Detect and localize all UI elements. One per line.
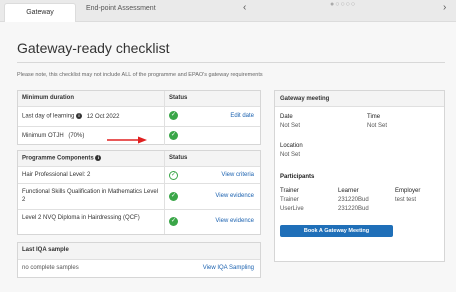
status-header: Status — [169, 95, 188, 101]
gateway-meeting-header: Gateway meeting — [275, 91, 444, 107]
view-criteria-link[interactable]: View criteria — [221, 172, 254, 178]
location-value: Not Set — [280, 152, 301, 158]
last-day-of-learning-label: Last day of learning — [22, 113, 75, 120]
component-label: Hair Professional Level: 2 — [22, 172, 91, 178]
component-label: Functional Skills Qualification in Mathe… — [22, 189, 159, 203]
column-divider — [164, 184, 165, 209]
gateway-meeting-card: Gateway meeting Date Not Set Time Not Se… — [274, 90, 445, 262]
programme-components-title: Programme Components — [22, 155, 94, 162]
time-value: Not Set — [367, 123, 388, 129]
date-label: Date — [280, 114, 293, 120]
trainer-value: Trainer — [280, 197, 299, 203]
column-divider — [164, 91, 165, 106]
otjh-label: Minimum OTJH — [22, 133, 64, 139]
checklist-note: Please note, this checklist may not incl… — [17, 72, 263, 78]
page-title: Gateway-ready checklist — [17, 40, 170, 56]
minimum-duration-header: Minimum duration — [22, 95, 74, 101]
status-header: Status — [169, 155, 188, 161]
view-evidence-link[interactable]: View evidence — [215, 193, 254, 199]
iqa-status: no complete samples — [22, 265, 79, 271]
edit-date-link[interactable]: Edit date — [230, 113, 254, 119]
check-icon: ✓ — [169, 111, 178, 120]
learner-label: Learner — [338, 188, 359, 194]
table-row: Functional Skills Qualification in Mathe… — [18, 183, 260, 209]
tab-bar: Gateway End-point Assessment ‹ ●○○○○ › — [0, 0, 456, 22]
iqa-sample-table: Last IQA sample no complete samples View… — [17, 242, 261, 278]
participants-label: Participants — [280, 174, 315, 180]
info-icon[interactable]: i — [95, 155, 102, 161]
column-divider — [164, 167, 165, 183]
divider — [17, 62, 445, 63]
minimum-otjh-label: Minimum OTJH (70%) — [22, 133, 84, 139]
table-header: Minimum duration Status — [18, 91, 260, 106]
table-header: Programme Components i Status — [18, 151, 260, 166]
learner-value: 231220Bud — [338, 206, 369, 212]
trainer-label: Trainer — [280, 188, 299, 194]
last-day-value: 12 Oct 2022 — [86, 113, 120, 120]
view-iqa-sampling-link[interactable]: View IQA Sampling — [203, 265, 254, 271]
table-row: no complete samples View IQA Sampling — [18, 259, 260, 277]
pager-dots: ●○○○○ — [330, 1, 357, 8]
column-divider — [164, 151, 165, 166]
chevron-left-icon[interactable]: ‹ — [243, 2, 246, 13]
learner-value: 231220Bud — [338, 197, 369, 203]
table-row: Level 2 NVQ Diploma in Hairdressing (QCF… — [18, 209, 260, 234]
component-label: Level 2 NVQ Diploma in Hairdressing (QCF… — [22, 215, 140, 221]
iqa-header: Last IQA sample — [22, 247, 69, 253]
check-icon: ✓ — [169, 131, 178, 140]
chevron-right-icon[interactable]: › — [443, 2, 446, 13]
otjh-percent: (70%) — [68, 133, 85, 139]
check-icon: ✓ — [169, 192, 178, 201]
employer-value: test test — [395, 197, 417, 203]
employer-label: Employer — [395, 188, 421, 194]
location-label: Location — [280, 143, 303, 149]
column-divider — [164, 127, 165, 145]
check-outline-icon: ✓ — [169, 171, 178, 180]
tab-gateway[interactable]: Gateway — [4, 3, 76, 22]
annotation-arrow-icon — [107, 136, 147, 144]
tab-end-point-assessment[interactable]: End-point Assessment — [86, 5, 156, 12]
page-content: Gateway-ready checklist Please note, thi… — [0, 22, 456, 292]
programme-components-table: Programme Components i Status Hair Profe… — [17, 150, 261, 235]
trainer-value: UserLive — [280, 206, 304, 212]
info-icon[interactable]: i — [76, 113, 83, 119]
programme-components-header: Programme Components i — [22, 155, 102, 162]
book-gateway-meeting-button[interactable]: Book A Gateway Meeting — [280, 225, 393, 237]
date-value: Not Set — [280, 123, 301, 129]
last-day-label: Last day of learning i 12 Oct 2022 — [22, 113, 119, 120]
view-evidence-link[interactable]: View evidence — [215, 218, 254, 224]
column-divider — [164, 210, 165, 234]
check-icon: ✓ — [169, 217, 178, 226]
table-row: Hair Professional Level: 2 ✓ View criter… — [18, 166, 260, 183]
time-label: Time — [367, 114, 381, 120]
table-row: Last day of learning i 12 Oct 2022 ✓ Edi… — [18, 106, 260, 126]
column-divider — [164, 107, 165, 126]
table-header: Last IQA sample — [18, 243, 260, 259]
